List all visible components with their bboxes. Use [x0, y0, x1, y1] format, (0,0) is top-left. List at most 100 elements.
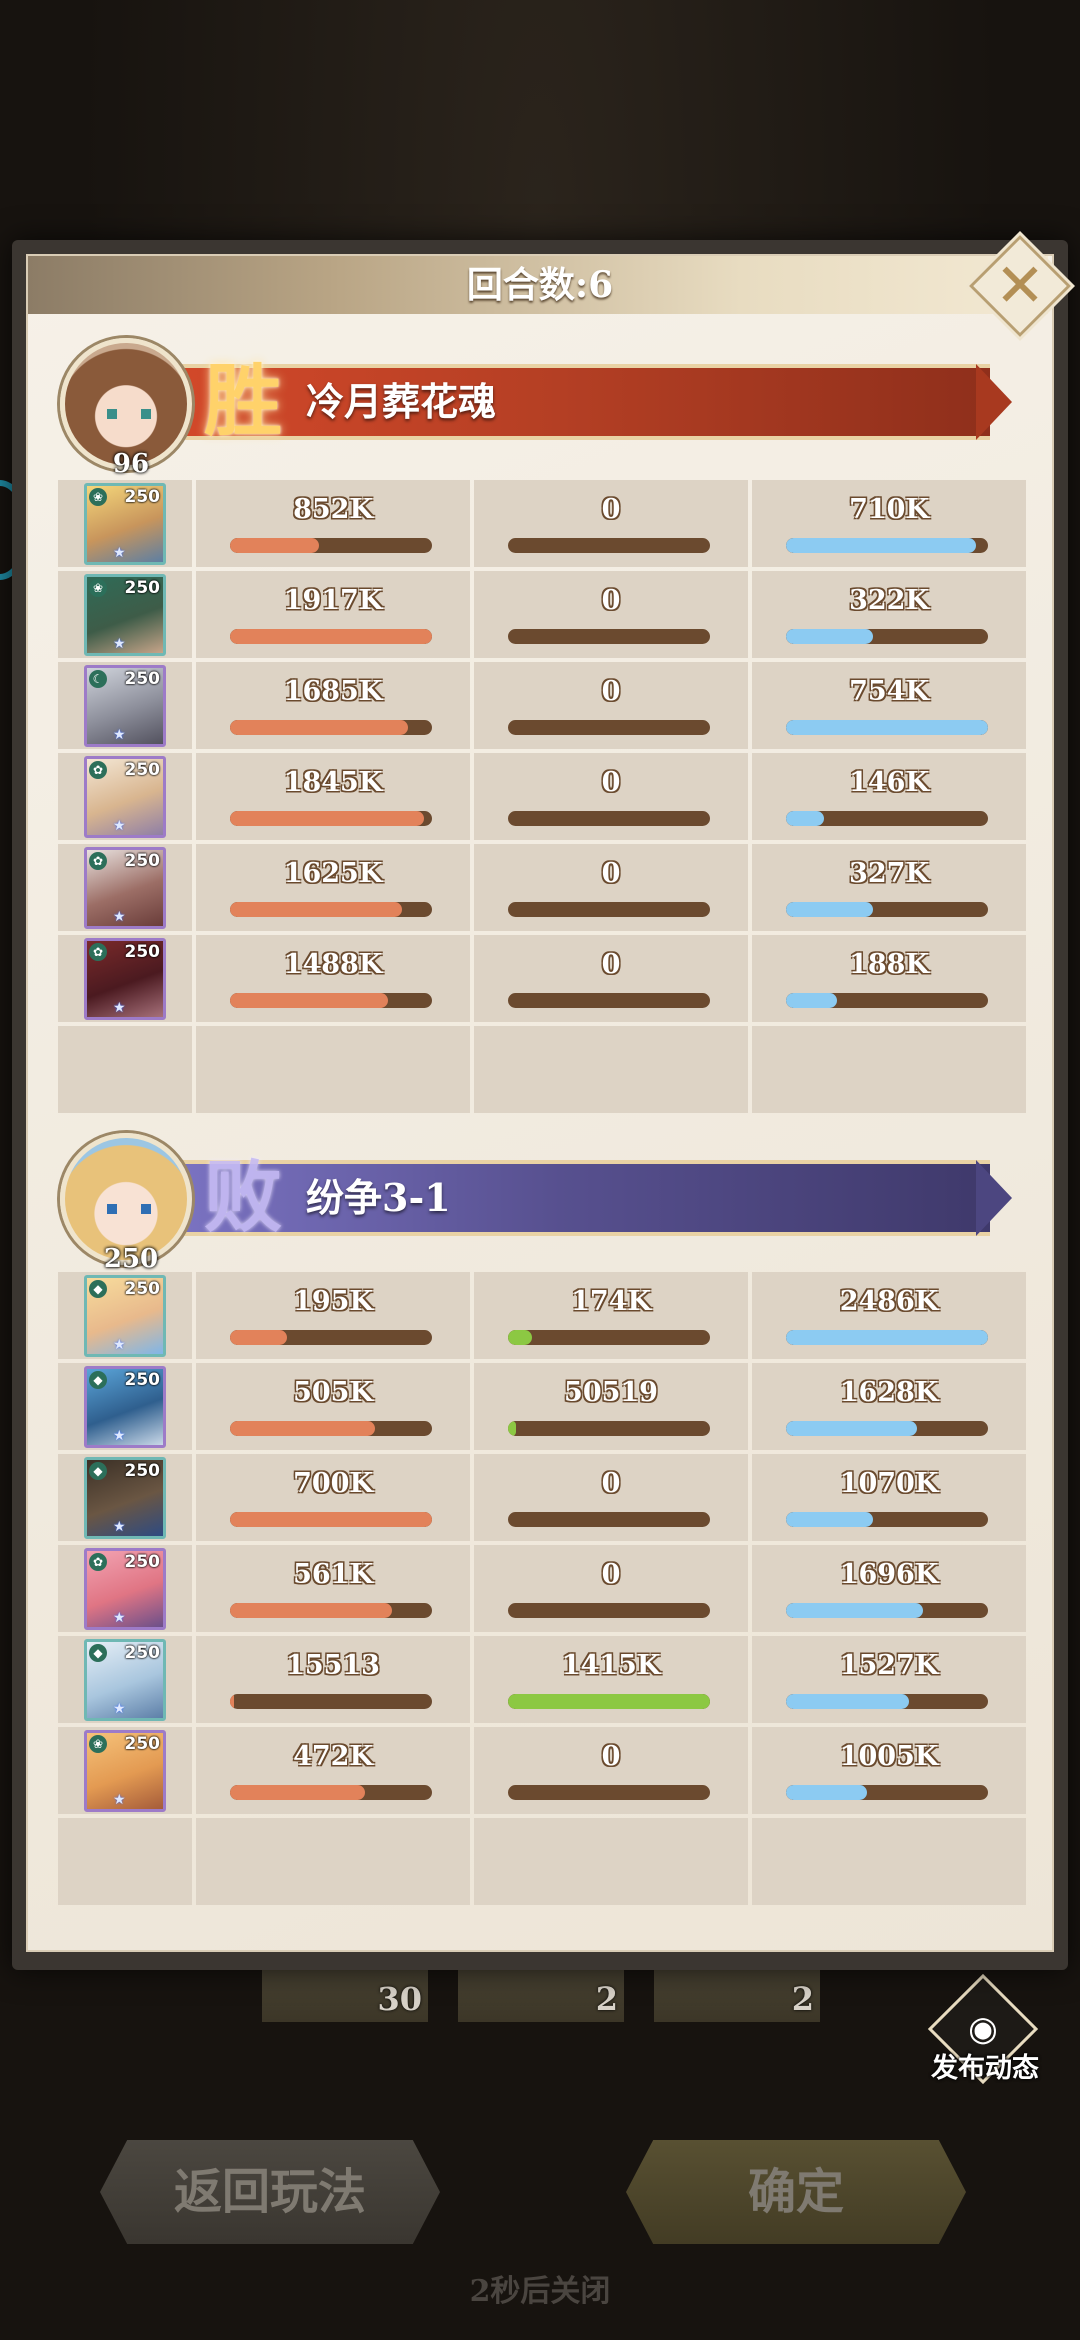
damage-bar-fill	[230, 1512, 432, 1527]
damage-cell: 852K	[196, 480, 470, 567]
close-icon[interactable]: ✕	[970, 236, 1070, 336]
damage-taken-value: 327K	[849, 858, 929, 889]
element-icon: ✿	[89, 1553, 107, 1571]
back-button-label[interactable]: 返回玩法	[100, 2140, 440, 2244]
team-banner-loser: 败 纷争3-1	[130, 1152, 1030, 1244]
hero-cell: ❀ 250 ★	[58, 480, 192, 567]
confirm-button-label[interactable]: 确定	[626, 2140, 966, 2244]
hero-portrait[interactable]: ✿ 250 ★	[84, 938, 166, 1020]
heal-cell: 174K	[474, 1272, 748, 1359]
hero-portrait[interactable]: ✿ 250 ★	[84, 1548, 166, 1630]
hero-portrait[interactable]: ◆ 250 ★	[84, 1366, 166, 1448]
team-name: 纷争3-1	[306, 1175, 451, 1220]
damage-taken-bar-fill	[786, 538, 976, 553]
damage-taken-bar	[786, 720, 988, 735]
reward-count: 2	[791, 1980, 814, 2018]
damage-taken-bar	[786, 1694, 988, 1709]
heal-bar-fill	[508, 1330, 533, 1345]
hero-level: 250	[124, 1552, 161, 1572]
damage-taken-value: 188K	[849, 949, 929, 980]
hero-portrait[interactable]: ❀ 250 ★	[84, 1730, 166, 1812]
damage-taken-bar-fill	[786, 1330, 988, 1345]
heal-bar	[508, 1330, 710, 1345]
heal-bar	[508, 993, 710, 1008]
result-label: 胜	[204, 356, 283, 447]
hero-cell: ◆ 250 ★	[58, 1363, 192, 1450]
heal-cell: 0	[474, 1545, 748, 1632]
heal-value: 1415K	[561, 1650, 661, 1681]
team-stats-table: ◆ 250 ★ 195K 174K 2486K ◆ 250 ★ 505K 50519 1628K ◆ 25…	[58, 1272, 1026, 1905]
heal-cell: 50519	[474, 1363, 748, 1450]
damage-taken-bar	[786, 1330, 988, 1345]
damage-cell: 1845K	[196, 753, 470, 840]
damage-taken-cell: 327K	[752, 844, 1026, 931]
damage-taken-bar-fill	[786, 811, 825, 826]
damage-bar-fill	[230, 993, 388, 1008]
damage-taken-cell: 1628K	[752, 1363, 1026, 1450]
hero-cell: ☾ 250 ★	[58, 662, 192, 749]
hero-portrait[interactable]: ☾ 250 ★	[84, 665, 166, 747]
damage-bar	[230, 811, 432, 826]
star-icon: ★	[113, 1337, 126, 1353]
damage-bar	[230, 993, 432, 1008]
damage-taken-value: 1070K	[839, 1468, 939, 1499]
heal-value: 50519	[564, 1377, 658, 1408]
heal-bar	[508, 1694, 710, 1709]
damage-taken-value: 1696K	[839, 1559, 939, 1590]
player-level: 96	[112, 449, 150, 479]
hero-portrait[interactable]: ✿ 250 ★	[84, 756, 166, 838]
hero-portrait[interactable]: ❀ 250 ★	[84, 483, 166, 565]
heal-value: 0	[601, 494, 621, 525]
damage-bar-fill	[230, 1330, 287, 1345]
damage-taken-bar	[786, 811, 988, 826]
hero-cell: ◆ 250 ★	[58, 1636, 192, 1723]
hero-portrait[interactable]: ◆ 250 ★	[84, 1639, 166, 1721]
round-count-title: 回合数:6	[466, 264, 614, 306]
heal-bar	[508, 629, 710, 644]
hero-level: 250	[124, 851, 161, 871]
hero-portrait[interactable]: ✿ 250 ★	[84, 847, 166, 929]
hero-cell: ❀ 250 ★	[58, 1727, 192, 1814]
damage-value: 852K	[293, 494, 373, 525]
heal-cell: 0	[474, 935, 748, 1022]
hero-cell: ✿ 250 ★	[58, 753, 192, 840]
damage-bar-fill	[230, 1694, 235, 1709]
damage-taken-bar-fill	[786, 1421, 918, 1436]
damage-bar	[230, 1694, 432, 1709]
star-icon: ★	[113, 818, 126, 834]
hero-cell	[58, 1026, 192, 1113]
damage-value: 1685K	[283, 676, 383, 707]
damage-value: 1488K	[283, 949, 383, 980]
share-label[interactable]: 发布动态	[920, 2046, 1050, 2085]
hero-portrait[interactable]: ◆ 250 ★	[84, 1457, 166, 1539]
damage-cell: 1488K	[196, 935, 470, 1022]
hero-cell: ✿ 250 ★	[58, 935, 192, 1022]
heal-cell: 0	[474, 480, 748, 567]
result-label: 败	[204, 1152, 283, 1243]
auto-close-countdown: 2秒后关闭	[469, 2274, 611, 2309]
damage-value: 561K	[293, 1559, 373, 1590]
reward-count: 30	[377, 1980, 422, 2018]
damage-taken-cell: 322K	[752, 571, 1026, 658]
damage-value: 1917K	[283, 585, 383, 616]
heal-value: 0	[601, 1468, 621, 1499]
damage-value: 1625K	[283, 858, 383, 889]
damage-cell: 700K	[196, 1454, 470, 1541]
star-icon: ★	[113, 1610, 126, 1626]
damage-taken-cell: 2486K	[752, 1272, 1026, 1359]
damage-taken-bar-fill	[786, 629, 873, 644]
damage-taken-bar	[786, 1785, 988, 1800]
hero-portrait[interactable]: ❀ 250 ★	[84, 574, 166, 656]
heal-cell	[474, 1026, 748, 1113]
heal-bar	[508, 811, 710, 826]
damage-taken-cell: 146K	[752, 753, 1026, 840]
damage-taken-bar	[786, 629, 988, 644]
damage-taken-value: 322K	[849, 585, 929, 616]
heal-cell: 0	[474, 1454, 748, 1541]
damage-taken-cell	[752, 1818, 1026, 1905]
hero-portrait[interactable]: ◆ 250 ★	[84, 1275, 166, 1357]
star-icon: ★	[113, 1701, 126, 1717]
star-icon: ★	[113, 636, 126, 652]
damage-bar	[230, 720, 432, 735]
team-stats-table: ❀ 250 ★ 852K 0 710K ❀ 250 ★ 1917K 0 322K ☾ 250 ★ 1685K 0…	[58, 480, 1026, 1113]
